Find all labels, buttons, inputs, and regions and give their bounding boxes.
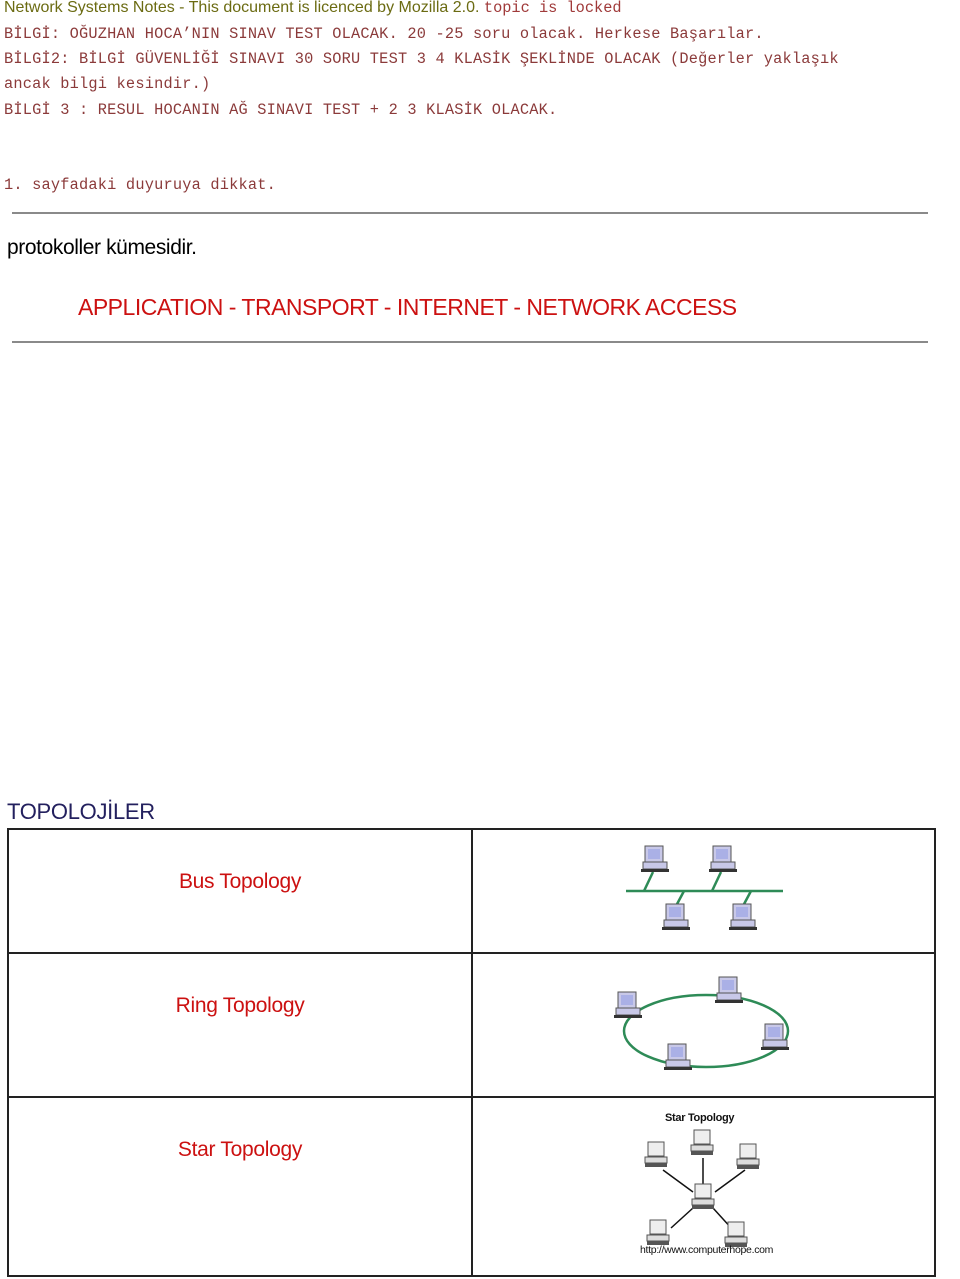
- note-line: BİLGİ2: BİLGİ GÜVENLİĞİ SINAVI 30 SORU T…: [4, 50, 839, 68]
- computer-icon: [761, 1023, 789, 1050]
- computer-icon: [736, 1143, 760, 1169]
- divider: [12, 212, 928, 214]
- hub-computer-icon: [691, 1183, 715, 1209]
- star-diagram-title: Star Topology: [665, 1112, 735, 1124]
- computer-icon: [664, 1043, 692, 1070]
- topology-name-cell: Star Topology: [7, 1096, 473, 1277]
- topology-name-cell: Ring Topology: [7, 952, 473, 1098]
- topic-locked-status: topic is locked: [483, 0, 622, 17]
- bus-link: [710, 871, 723, 892]
- note-line: BİLGİ: OĞUZHAN HOCA’NIN SINAV TEST OLACA…: [4, 25, 764, 43]
- topology-image-cell: [471, 828, 936, 954]
- document-title: Network Systems Notes - This document is…: [4, 0, 480, 16]
- star-topology-diagram: [644, 1129, 760, 1247]
- notice-text: 1. sayfadaki duyuruya dikkat.: [4, 176, 277, 194]
- bus-link: [642, 871, 655, 892]
- table-row: Star Topology Star Topology http://www.c…: [7, 1096, 936, 1277]
- computer-icon: [709, 845, 737, 872]
- table-row: Bus Topology: [7, 828, 936, 954]
- star-diagram-caption: http://www.computerhope.com: [640, 1244, 774, 1256]
- note-line: BİLGİ 3 : RESUL HOCANIN AĞ SINAVI TEST +…: [4, 101, 558, 119]
- computer-icon: [690, 1129, 714, 1155]
- computer-icon: [729, 903, 757, 930]
- topology-image-cell: [471, 952, 936, 1098]
- computer-icon: [644, 1141, 668, 1167]
- computer-icon: [641, 845, 669, 872]
- tcp-ip-layers-text: APPLICATION - TRANSPORT - INTERNET - NET…: [78, 294, 737, 320]
- topology-name-cell: Bus Topology: [7, 828, 473, 954]
- topology-name: Star Topology: [177, 1138, 303, 1161]
- ring-line: [622, 993, 790, 1069]
- star-link: [670, 1207, 694, 1229]
- document-header: Network Systems Notes - This document is…: [4, 0, 622, 17]
- protocol-text: protokoller kümesidir.: [7, 236, 197, 259]
- computer-icon: [662, 903, 690, 930]
- star-link: [714, 1169, 746, 1193]
- computer-icon: [646, 1219, 670, 1245]
- topologies-heading: TOPOLOJİLER: [7, 799, 155, 824]
- divider: [12, 341, 928, 343]
- topology-image-cell: Star Topology http://www.computerhope.co…: [471, 1096, 936, 1277]
- topology-name: Ring Topology: [175, 994, 305, 1017]
- topology-name: Bus Topology: [178, 870, 302, 893]
- star-link: [662, 1169, 694, 1193]
- table-row: Ring Topology: [7, 952, 936, 1098]
- computer-icon: [614, 991, 642, 1018]
- topology-table: Bus Topology Ring Topology Star Topology…: [7, 828, 936, 1277]
- computer-icon: [715, 976, 743, 1003]
- note-line: ancak bilgi kesindir.): [4, 75, 211, 93]
- bus-topology-diagram: [626, 845, 783, 930]
- ring-topology-diagram: [614, 976, 790, 1070]
